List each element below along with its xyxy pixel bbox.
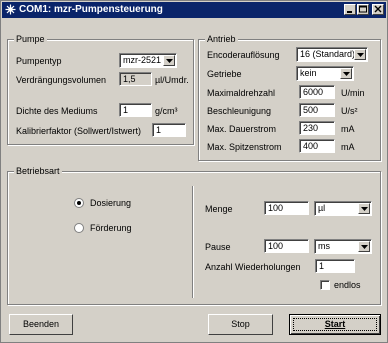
menge-unit-select[interactable]: µl: [314, 201, 372, 216]
verdraengung-label: Verdrängungsvolumen: [16, 75, 107, 85]
encoder-select[interactable]: 16 (Standard): [296, 47, 368, 62]
foerderung-radio[interactable]: [74, 223, 84, 233]
pumpentyp-value: mzr-2521: [123, 55, 162, 65]
getriebe-dropdown-button[interactable]: [340, 68, 352, 79]
mode-divider: [192, 186, 194, 298]
close-button[interactable]: [372, 4, 384, 15]
encoder-value: 16 (Standard): [300, 49, 356, 59]
radio-selected-dot: [77, 201, 81, 205]
pump-control-window: COM1: mzr-Pumpensteuerung Pumpe Pumpenty…: [0, 0, 388, 343]
pause-field[interactable]: 100: [264, 239, 309, 253]
getriebe-select[interactable]: kein: [296, 66, 354, 81]
chevron-down-icon: [166, 59, 173, 63]
beschl-label: Beschleunigung: [207, 106, 272, 116]
endlos-label[interactable]: endlos: [334, 279, 361, 291]
dichte-label: Dichte des Mediums: [16, 106, 98, 116]
encoder-label: Encoderauflösung: [207, 50, 280, 60]
beschl-field[interactable]: 500: [299, 103, 335, 117]
focus-rect: [293, 318, 377, 331]
dosierung-label[interactable]: Dosierung: [90, 197, 131, 209]
menge-unit-dropdown-button[interactable]: [358, 203, 370, 214]
pumpentyp-label: Pumpentyp: [16, 56, 62, 66]
maximize-button[interactable]: [357, 4, 369, 15]
chevron-down-icon: [357, 53, 364, 57]
encoder-dropdown-button[interactable]: [354, 49, 366, 60]
stop-button[interactable]: Stop: [208, 314, 273, 335]
endlos-checkbox[interactable]: [320, 280, 330, 290]
chevron-down-icon: [361, 245, 368, 249]
dauer-field[interactable]: 230: [299, 121, 335, 135]
spitzen-label: Max. Spitzenstrom: [207, 142, 282, 152]
pumpentyp-dropdown-button[interactable]: [163, 55, 175, 66]
menge-field[interactable]: 100: [264, 201, 309, 215]
dauer-unit: mA: [341, 124, 355, 134]
kalibrier-field[interactable]: 1: [152, 123, 186, 137]
maxdreh-label: Maximaldrehzahl: [207, 88, 276, 98]
pumpe-group: Pumpe Pumpentyp mzr-2521 Verdrängungsvol…: [7, 34, 194, 145]
antrieb-group-title: Antrieb: [205, 34, 238, 44]
betriebsart-group: Betriebsart Dosierung Förderung Menge 10…: [7, 166, 381, 305]
beenden-button[interactable]: Beenden: [9, 314, 73, 335]
dichte-field[interactable]: 1: [119, 103, 152, 117]
pause-label: Pause: [205, 242, 231, 252]
maxdreh-unit: U/min: [341, 88, 365, 98]
wdh-field[interactable]: 1: [315, 259, 355, 273]
minimize-button[interactable]: [344, 4, 356, 15]
getriebe-label: Getriebe: [207, 69, 242, 79]
betriebsart-group-title: Betriebsart: [14, 166, 62, 176]
beschl-unit: U/s²: [341, 106, 358, 116]
chevron-down-icon: [343, 72, 350, 76]
antrieb-group: Antrieb Encoderauflösung 16 (Standard) G…: [198, 34, 381, 161]
spitzen-field[interactable]: 400: [299, 139, 335, 153]
menge-label: Menge: [205, 204, 233, 214]
verdraengung-field: 1,5: [119, 72, 152, 86]
kalibrier-label: Kalibrierfaktor (Sollwert/Istwert): [16, 126, 142, 136]
wdh-label: Anzahl Wiederholungen: [205, 262, 301, 272]
pumpentyp-select[interactable]: mzr-2521: [119, 53, 177, 68]
pause-unit-value: ms: [318, 241, 330, 251]
maximize-icon: [359, 5, 367, 13]
close-icon: [374, 5, 382, 13]
foerderung-label[interactable]: Förderung: [90, 222, 132, 234]
dosierung-radio[interactable]: [74, 198, 84, 208]
chevron-down-icon: [361, 207, 368, 211]
pause-unit-dropdown-button[interactable]: [358, 241, 370, 252]
start-button[interactable]: Start: [289, 314, 381, 335]
verdraengung-unit: µl/Umdr.: [155, 75, 189, 85]
spitzen-unit: mA: [341, 142, 355, 152]
pause-unit-select[interactable]: ms: [314, 239, 372, 254]
dichte-unit: g/cm³: [155, 106, 178, 116]
dauer-label: Max. Dauerstrom: [207, 124, 277, 134]
window-title: COM1: mzr-Pumpensteuerung: [19, 4, 163, 15]
menge-unit-value: µl: [318, 203, 326, 213]
app-icon: [5, 4, 16, 15]
getriebe-value: kein: [300, 68, 317, 78]
pumpe-group-title: Pumpe: [14, 34, 47, 44]
minimize-icon: [347, 11, 352, 13]
maxdreh-field[interactable]: 6000: [299, 85, 335, 99]
title-bar[interactable]: COM1: mzr-Pumpensteuerung: [2, 2, 386, 18]
